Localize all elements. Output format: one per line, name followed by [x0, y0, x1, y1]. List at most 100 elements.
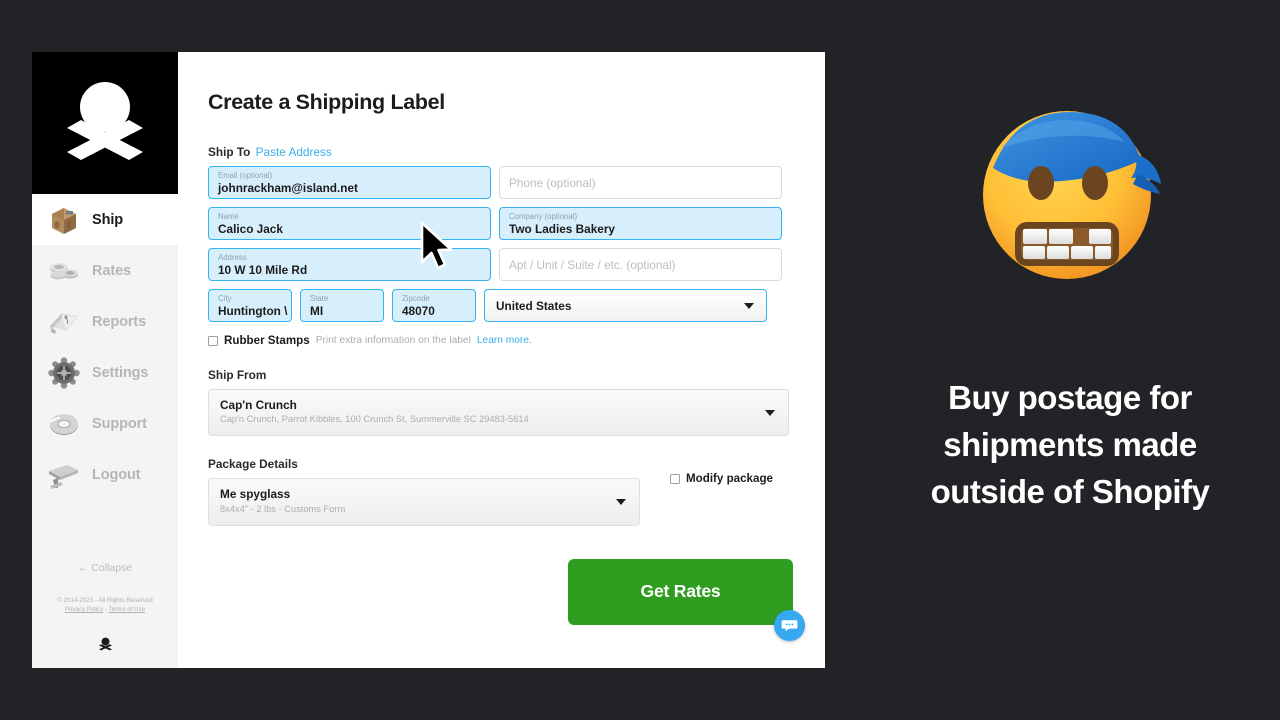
sidebar-item-support[interactable]: Support: [32, 398, 178, 449]
skull-and-crossbones-icon: [59, 78, 151, 169]
terms-of-use-link[interactable]: Terms of Use: [109, 606, 145, 613]
grimacing-face-with-bandana-icon: [975, 98, 1165, 293]
form-row-contact: Email (optional) johnrackham@island.net …: [208, 166, 793, 199]
rubber-stamps-row: Rubber Stamps Print extra information on…: [208, 334, 793, 347]
email-field-label: Email (optional): [218, 171, 273, 181]
phone-field[interactable]: Phone (optional): [499, 166, 782, 199]
ship-from-label: Ship From: [208, 368, 267, 382]
collapse-sidebar-button[interactable]: ← Collapse: [32, 562, 178, 574]
get-rates-wrapper: Get Rates: [568, 558, 805, 641]
name-field-value: Calico Jack: [218, 222, 283, 236]
company-field[interactable]: Company (optional) Two Ladies Bakery: [499, 207, 782, 240]
rubber-stamps-checkbox[interactable]: [208, 335, 218, 346]
ship-to-form: Email (optional) johnrackham@island.net …: [208, 166, 793, 322]
legal-links: Privacy Policy - Terms of Use: [32, 605, 178, 615]
name-field[interactable]: Name Calico Jack: [208, 207, 491, 240]
zipcode-field[interactable]: Zipcode 48070: [392, 289, 476, 322]
shipping-box-icon: [44, 200, 84, 240]
skull-and-crossbones-icon: [98, 637, 113, 656]
ship-to-section-label: Ship To Paste Address: [208, 145, 793, 159]
city-field[interactable]: City Huntington \: [208, 289, 292, 322]
open-book-icon: [44, 302, 84, 342]
promo-headline: Buy postage for shipments made outside o…: [930, 379, 1210, 510]
coins-stack-icon: [44, 251, 84, 291]
company-field-value: Two Ladies Bakery: [509, 222, 615, 236]
state-field-value: MI: [310, 304, 324, 318]
country-select[interactable]: United States: [484, 289, 767, 322]
package-details-label: Package Details: [208, 457, 298, 472]
ship-from-selected-title: Cap'n Crunch: [220, 398, 297, 412]
sidebar-item-label: Rates: [92, 262, 131, 279]
sidebar-item-settings[interactable]: Settings: [32, 347, 178, 398]
phone-field-placeholder: Phone (optional): [509, 176, 596, 191]
ship-wheel-icon: [44, 353, 84, 393]
rubber-stamps-description: Print extra information on the label: [315, 335, 471, 346]
city-field-value: Huntington \: [218, 304, 288, 318]
copyright-text: © 2014-2023 - All Rights Reserved: [57, 596, 153, 604]
sidebar-footer: ← Collapse © 2014-2023 - All Rights Rese…: [32, 562, 178, 668]
city-field-label: City: [218, 294, 232, 304]
form-row-address: Address 10 W 10 Mile Rd Apt / Unit / Sui…: [208, 248, 793, 281]
state-field-label: State: [310, 294, 329, 304]
chevron-down-icon: [744, 302, 754, 309]
package-selected-title: Me spyglass: [220, 487, 291, 502]
sidebar-item-label: Settings: [92, 364, 149, 381]
ship-from-section: Ship From Cap'n Crunch Cap'n Crunch, Par…: [208, 368, 793, 437]
privacy-policy-link[interactable]: Privacy Policy: [65, 606, 104, 613]
ship-from-selected-subtitle: Cap'n Crunch, Parrot Kibbles, 100 Crunch…: [220, 414, 529, 425]
gangplank-icon: [44, 455, 84, 495]
company-field-label: Company (optional): [509, 212, 578, 222]
name-field-label: Name: [218, 212, 239, 222]
chevron-down-icon: [765, 409, 775, 416]
app-logo: [32, 52, 178, 194]
address-field-value: 10 W 10 Mile Rd: [218, 263, 308, 277]
state-field[interactable]: State MI: [300, 289, 384, 322]
app-window: Ship Rates Reports Settings Support Logo…: [32, 52, 825, 668]
package-details-select[interactable]: Me spyglass 8x4x4" - 2 lbs - Customs For…: [208, 478, 640, 526]
address-field-label: Address: [218, 253, 247, 263]
form-row-locality: City Huntington \ State MI Zipcode 48070…: [208, 289, 793, 322]
sidebar-item-logout[interactable]: Logout: [32, 449, 178, 500]
promo-panel: Buy postage for shipments made outside o…: [860, 0, 1280, 720]
paste-address-link[interactable]: Paste Address: [256, 145, 332, 159]
ship-to-label: Ship To: [208, 145, 251, 159]
sidebar-item-reports[interactable]: Reports: [32, 296, 178, 347]
actions-row: Get Rates: [208, 558, 805, 641]
chevron-down-icon: [616, 498, 626, 505]
page-title: Create a Shipping Label: [208, 90, 445, 114]
modify-package-checkbox[interactable]: [670, 473, 680, 484]
chat-bubble-icon[interactable]: [774, 609, 805, 641]
sidebar: Ship Rates Reports Settings Support Logo…: [32, 52, 178, 668]
main-content: Create a Shipping Label Ship To Paste Ad…: [178, 52, 825, 668]
get-rates-button[interactable]: Get Rates: [568, 558, 793, 625]
package-selected-subtitle: 8x4x4" - 2 lbs - Customs Form: [220, 503, 346, 514]
modify-package-row: Modify package: [670, 472, 773, 485]
email-field[interactable]: Email (optional) johnrackham@island.net: [208, 166, 491, 199]
rubber-stamps-learn-more-link[interactable]: Learn more.: [477, 335, 532, 346]
collapse-label: Collapse: [91, 561, 133, 574]
sidebar-item-label: Logout: [92, 466, 141, 483]
package-details-section: Package Details Me spyglass 8x4x4" - 2 l…: [208, 457, 793, 526]
apt-field-placeholder: Apt / Unit / Suite / etc. (optional): [509, 258, 676, 273]
sidebar-item-label: Reports: [92, 313, 147, 330]
ship-from-select[interactable]: Cap'n Crunch Cap'n Crunch, Parrot Kibble…: [208, 389, 789, 437]
sidebar-item-rates[interactable]: Rates: [32, 245, 178, 296]
zipcode-field-value: 48070: [402, 304, 435, 318]
sidebar-item-ship[interactable]: Ship: [32, 194, 178, 245]
arrow-left-icon: ←: [77, 561, 89, 574]
address-field[interactable]: Address 10 W 10 Mile Rd: [208, 248, 491, 281]
sidebar-item-label: Support: [92, 415, 147, 432]
modify-package-label: Modify package: [686, 472, 773, 486]
footer-logo: [32, 637, 178, 656]
zipcode-field-label: Zipcode: [402, 294, 430, 304]
apt-field[interactable]: Apt / Unit / Suite / etc. (optional): [499, 248, 782, 281]
rubber-stamps-title: Rubber Stamps: [224, 334, 310, 347]
form-row-name: Name Calico Jack Company (optional) Two …: [208, 207, 793, 240]
country-select-value: United States: [496, 298, 572, 313]
life-ring-icon: [44, 404, 84, 444]
sidebar-nav: Ship Rates Reports Settings Support Logo…: [32, 194, 178, 500]
sidebar-item-label: Ship: [92, 211, 124, 228]
copyright-block: © 2014-2023 - All Rights Reserved Privac…: [32, 596, 178, 615]
package-details-group: Package Details Me spyglass 8x4x4" - 2 l…: [208, 457, 640, 526]
email-field-value: johnrackham@island.net: [218, 181, 358, 195]
